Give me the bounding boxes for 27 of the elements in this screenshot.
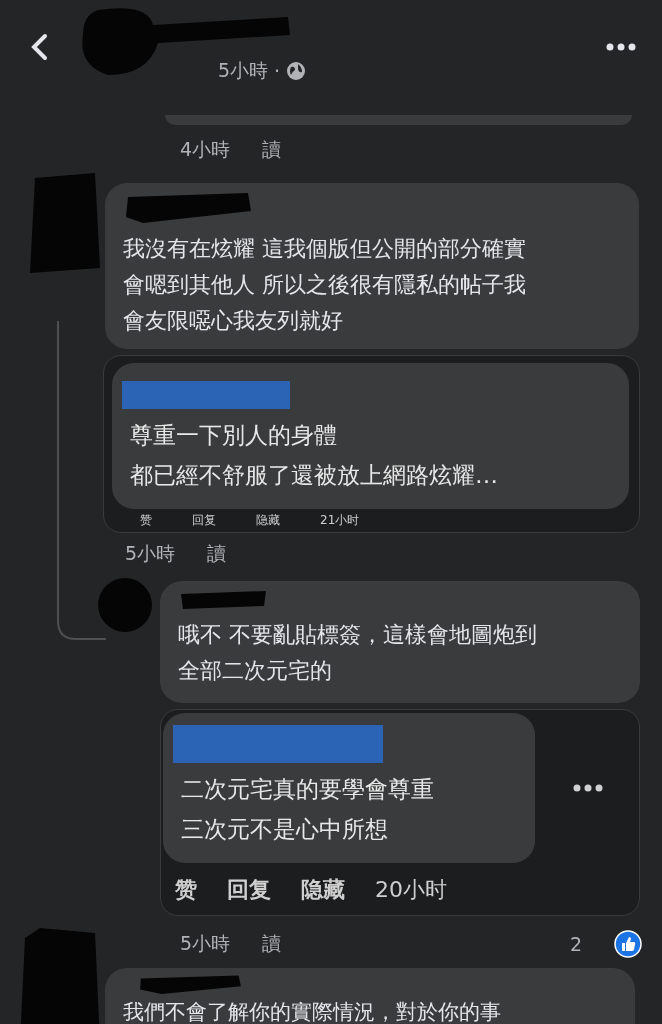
comment-text: 我沒有在炫耀 這我個版但公開的部分確實 會嗯到其他人 所以之後很有隱私的帖子我 會友限噁心我友列就好: [123, 235, 527, 335]
comment-text: 我們不會了解你的實際情況，對於你的事: [123, 999, 502, 1024]
read-link[interactable]: 讀: [262, 137, 282, 163]
more-icon[interactable]: [606, 43, 636, 51]
comment-time: 5小時: [180, 931, 231, 956]
read-link[interactable]: 讀: [207, 541, 227, 567]
back-icon[interactable]: [30, 33, 48, 61]
comment-time: 5小時: [125, 541, 176, 566]
comment-text: 二次元宅真的要學會尊重 三次元不是心中所想: [181, 775, 435, 844]
separator-dot: ·: [274, 60, 281, 82]
read-link[interactable]: 讀: [262, 931, 282, 957]
action-label: 21小时: [320, 512, 360, 529]
more-icon: [573, 784, 603, 792]
action-label: 赞: [175, 876, 197, 904]
action-label: 隐藏: [256, 512, 280, 529]
action-label: 回复: [227, 876, 271, 904]
globe-icon: [286, 61, 307, 81]
action-label: 赞: [140, 512, 152, 529]
action-label: 20小时: [375, 876, 447, 904]
like-count: 2: [569, 933, 582, 955]
comment-time: 4小時: [180, 137, 231, 162]
comment-text: 尊重一下別人的身體 都已經不舒服了還被放上網路炫耀…: [130, 421, 499, 490]
action-label: 隐藏: [301, 876, 345, 904]
post-time: 5小時: [218, 58, 269, 83]
like-icon: [614, 930, 642, 958]
comment-text: 哦不 不要亂貼標簽，這樣會地圖炮到 全部二次元宅的: [178, 621, 538, 685]
action-label: 回复: [192, 512, 216, 529]
